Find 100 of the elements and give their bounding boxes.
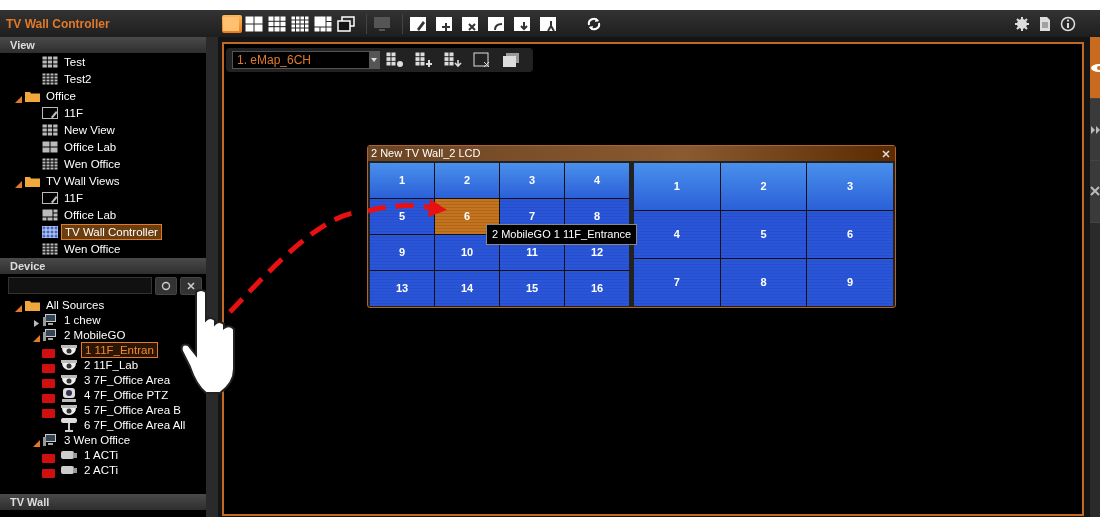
screen-cell[interactable]: 1 xyxy=(370,163,434,198)
windows-icon xyxy=(501,52,520,68)
tree-item[interactable]: 2 ACTi xyxy=(81,462,122,477)
tv-wall-icon xyxy=(42,225,58,238)
side-tab[interactable] xyxy=(1090,161,1100,223)
screen-cell[interactable]: 4 xyxy=(565,163,629,198)
tree-item[interactable]: 6 7F_Office Area All xyxy=(81,417,189,432)
play-icon xyxy=(1090,123,1100,136)
map-settings-button[interactable] xyxy=(386,51,406,69)
expanded-arrow-icon[interactable] xyxy=(32,438,41,448)
screen-cell[interactable]: 2 xyxy=(435,163,499,198)
run-view-icon xyxy=(538,15,557,32)
add-view-button[interactable] xyxy=(435,14,455,33)
tree-item[interactable]: Office Lab xyxy=(61,207,120,222)
map-edit-icon xyxy=(42,191,58,204)
add-map-button[interactable] xyxy=(415,51,435,69)
tree-item[interactable]: All Sources xyxy=(43,297,108,312)
screen-cell[interactable]: 6 xyxy=(807,211,893,258)
screen-cell[interactable]: 7 xyxy=(634,259,720,306)
expanded-arrow-icon[interactable] xyxy=(14,94,23,104)
search-button[interactable] xyxy=(155,277,177,295)
tree-item[interactable]: 1 ACTi xyxy=(81,447,122,462)
tree-item[interactable]: New View xyxy=(61,122,118,137)
screen-cell[interactable]: 9 xyxy=(370,235,434,270)
tree-item[interactable]: TV Wall Views xyxy=(43,173,123,188)
layout-button[interactable] xyxy=(222,14,242,33)
screen-cell[interactable]: 16 xyxy=(565,271,629,306)
close-icon[interactable] xyxy=(882,150,890,159)
clear-icon xyxy=(472,52,491,68)
tree-item[interactable]: 3 Wen Office xyxy=(61,432,134,447)
mixed-layout-icon xyxy=(313,15,332,32)
tree-item[interactable]: TV Wall Controller xyxy=(61,223,162,240)
collapsed-arrow-icon[interactable] xyxy=(32,318,41,328)
layout-button[interactable] xyxy=(268,14,288,33)
tree-item[interactable]: 5 7F_Office Area B xyxy=(81,402,184,417)
tree-item[interactable]: 1 chew xyxy=(61,312,104,327)
nine-grid-icon xyxy=(267,15,286,32)
settings-icon xyxy=(1013,15,1030,32)
import-map-button[interactable] xyxy=(444,51,464,69)
screen-cell[interactable]: 3 xyxy=(807,163,893,210)
tree-item[interactable]: Office Lab xyxy=(61,139,120,154)
import-map-icon xyxy=(443,52,462,68)
map-edit-icon xyxy=(42,106,58,119)
tree-item[interactable]: 2 MobileGO xyxy=(61,327,129,342)
grid-icon xyxy=(42,123,58,136)
delete-view-icon xyxy=(460,15,479,32)
screen-cell[interactable]: 13 xyxy=(370,271,434,306)
share-view-button[interactable] xyxy=(487,14,507,33)
screen-cell[interactable]: 1 xyxy=(634,163,720,210)
clear-button[interactable] xyxy=(180,277,202,295)
screen-cell[interactable]: 5 xyxy=(720,211,807,258)
tree-item[interactable]: Wen Office xyxy=(61,156,124,171)
screen-cell[interactable]: 4 xyxy=(634,211,720,258)
tree-item[interactable]: 1 11F_Entran xyxy=(81,341,158,358)
ptz-camera-icon xyxy=(60,386,78,403)
tree-item[interactable]: Wen Office xyxy=(61,241,124,256)
monitor-icon xyxy=(372,15,391,32)
expanded-arrow-icon[interactable] xyxy=(14,303,23,313)
grid-icon xyxy=(42,72,58,85)
expanded-arrow-icon[interactable] xyxy=(14,179,23,189)
single-layout-icon xyxy=(221,15,240,32)
tree-item[interactable]: Office xyxy=(43,88,79,103)
folder-icon xyxy=(25,174,40,187)
panel-header: Device xyxy=(0,258,206,274)
tree-item[interactable]: 2 11F_Lab xyxy=(81,357,142,372)
screen-cell[interactable]: 9 xyxy=(807,259,893,306)
layout-button[interactable] xyxy=(245,14,265,33)
share-view-icon xyxy=(486,15,505,32)
tree-item[interactable]: 4 7F_Office PTZ xyxy=(81,387,172,402)
app-title: TV Wall Controller xyxy=(5,15,111,33)
side-tab[interactable] xyxy=(1090,37,1100,99)
bullet-camera-icon xyxy=(60,416,78,433)
run-view-button[interactable] xyxy=(539,14,559,33)
layout-button[interactable] xyxy=(314,14,334,33)
tree-item[interactable]: 11F xyxy=(61,190,86,205)
info-icon xyxy=(1059,15,1076,32)
tree-item[interactable]: 11F xyxy=(61,105,86,120)
screen-cell[interactable]: 15 xyxy=(500,271,564,306)
layout-button[interactable] xyxy=(291,14,311,33)
screen-cell[interactable]: 2 xyxy=(720,163,807,210)
panel-header: View xyxy=(0,37,206,53)
tooltip: 2 MobileGO 1 11F_Entrance xyxy=(486,224,638,245)
screen-cell[interactable]: 8 xyxy=(720,259,807,306)
screen-cell[interactable]: 14 xyxy=(435,271,499,306)
edit-view-button[interactable] xyxy=(409,14,429,33)
delete-view-button[interactable] xyxy=(461,14,481,33)
expanded-arrow-icon[interactable] xyxy=(32,333,41,343)
screen-cell[interactable]: 3 xyxy=(500,163,564,198)
windows-button[interactable] xyxy=(502,51,522,69)
download-view-button[interactable] xyxy=(513,14,533,33)
tree-item[interactable]: Test xyxy=(61,54,89,69)
add-map-icon xyxy=(414,52,433,68)
search-field[interactable] xyxy=(8,277,152,294)
tree-item[interactable]: Test2 xyxy=(61,71,95,86)
computer-icon xyxy=(43,313,58,326)
layout-button[interactable] xyxy=(337,14,357,33)
side-tab[interactable] xyxy=(1090,99,1100,161)
dome-camera-icon xyxy=(60,372,78,387)
map-dropdown[interactable]: 1. eMap_6CH xyxy=(232,51,380,69)
tree-item[interactable]: 3 7F_Office Area xyxy=(81,372,174,387)
